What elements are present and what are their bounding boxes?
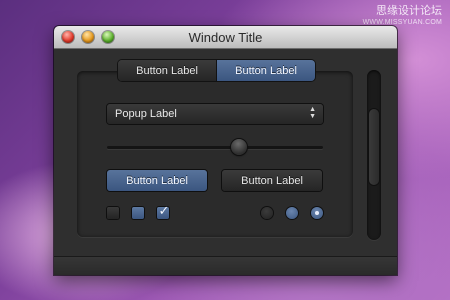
title-bar[interactable]: Window Title — [54, 26, 397, 49]
primary-button[interactable]: Button Label — [107, 170, 207, 191]
checkbox-mixed[interactable] — [132, 207, 144, 219]
radio-dot-icon — [315, 211, 319, 215]
segment-first[interactable]: Button Label — [118, 60, 216, 81]
slider-knob[interactable] — [230, 139, 247, 155]
radio-selected[interactable] — [311, 207, 323, 219]
watermark-line1: 思缘设计论坛 — [376, 5, 442, 17]
window-title: Window Title — [188, 30, 263, 45]
checkbox-unchecked[interactable] — [107, 207, 119, 219]
checkmark-icon: ✓ — [158, 203, 170, 218]
popup-label: Popup Label — [115, 108, 177, 120]
checkbox-checked[interactable]: ✓ — [157, 203, 169, 219]
popup-button[interactable]: Popup Label ▲ ▼ — [107, 104, 323, 124]
up-down-arrows-icon: ▲ ▼ — [309, 106, 316, 120]
segmented-control: Button Label Button Label — [118, 60, 315, 81]
scrollbar-thumb[interactable] — [369, 109, 379, 185]
app-window: Window Title Button Label Button Label P… — [54, 26, 397, 275]
vertical-scrollbar[interactable] — [367, 70, 381, 240]
segment-second[interactable]: Button Label — [216, 60, 315, 81]
secondary-button[interactable]: Button Label — [222, 170, 322, 191]
site-watermark: 思缘设计论坛 WWW.MISSYUAN.COM — [363, 6, 442, 28]
radio-unselected[interactable] — [261, 207, 273, 219]
slider-track[interactable] — [107, 146, 323, 149]
radio-blue[interactable] — [286, 207, 298, 219]
window-status-bar — [54, 256, 397, 275]
